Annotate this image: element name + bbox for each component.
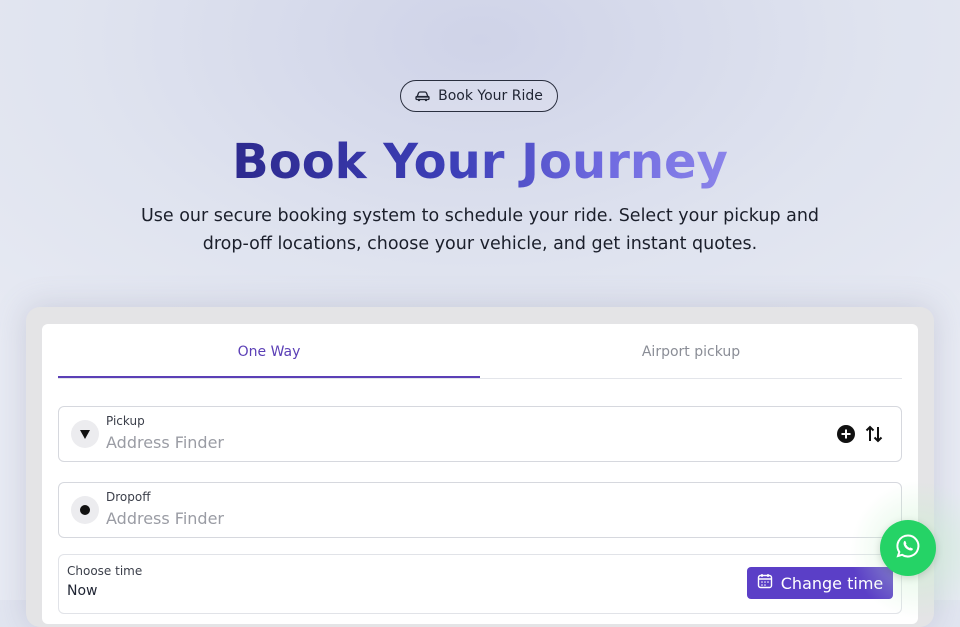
dropoff-label: Dropoff (106, 490, 151, 504)
pin-icon (71, 420, 99, 448)
badge-label: Book Your Ride (438, 88, 543, 104)
tab-airport-pickup[interactable]: Airport pickup (480, 330, 902, 378)
page-title: Book Your Journey (232, 134, 728, 190)
dot-icon (71, 496, 99, 524)
pickup-input[interactable] (106, 431, 706, 453)
time-label: Choose time (67, 564, 143, 578)
swap-icon[interactable] (864, 424, 884, 444)
dropoff-input[interactable] (106, 507, 706, 529)
pickup-label: Pickup (106, 414, 145, 428)
book-ride-badge[interactable]: Book Your Ride (400, 80, 558, 112)
car-icon (415, 90, 430, 102)
calendar-icon (757, 573, 773, 593)
dropoff-field[interactable]: Dropoff (58, 482, 902, 538)
time-value: Now (67, 583, 98, 599)
tab-one-way[interactable]: One Way (58, 330, 480, 378)
add-stop-icon[interactable] (836, 424, 856, 444)
booking-tabs: One Way Airport pickup (58, 330, 902, 379)
pickup-field[interactable]: Pickup (58, 406, 902, 462)
whatsapp-icon (895, 533, 921, 563)
whatsapp-button[interactable] (880, 520, 936, 576)
page-subtitle: Use our secure booking system to schedul… (140, 206, 820, 254)
